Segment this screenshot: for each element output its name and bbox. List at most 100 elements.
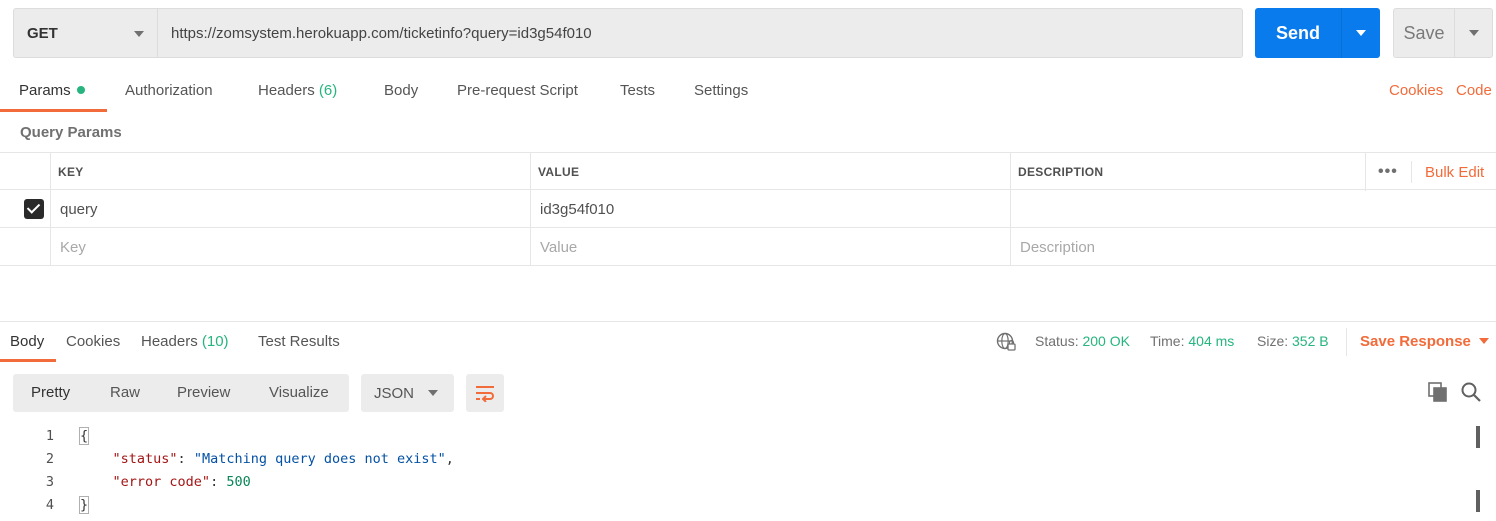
scroll-marker xyxy=(1476,490,1480,512)
send-dropdown-button[interactable] xyxy=(1342,8,1380,58)
code-text: } xyxy=(78,495,90,514)
save-dropdown-button[interactable] xyxy=(1455,9,1492,57)
json-key: "error code" xyxy=(112,473,211,490)
status-info: Status: 200 OK xyxy=(1035,333,1130,349)
table-row: query id3g54f010 xyxy=(0,190,1496,228)
response-tab-body[interactable]: Body xyxy=(10,333,44,350)
column-divider xyxy=(50,190,51,228)
tab-settings[interactable]: Settings xyxy=(694,82,748,99)
method-label: GET xyxy=(27,24,58,42)
response-body-viewer[interactable]: 1 { 2 "status": "Matching query does not… xyxy=(0,424,1496,521)
new-value-input[interactable]: Value xyxy=(540,228,1000,266)
wrap-lines-icon xyxy=(476,386,494,402)
bulk-edit-link[interactable]: Bulk Edit xyxy=(1425,153,1484,191)
code-line: 4 } xyxy=(0,493,1470,516)
column-divider xyxy=(1010,190,1011,228)
json-brace: } xyxy=(78,495,90,514)
tab-body[interactable]: Body xyxy=(384,82,418,99)
format-select[interactable]: JSON xyxy=(361,374,454,412)
save-response-label: Save Response xyxy=(1360,333,1471,350)
scroll-marker xyxy=(1476,426,1480,448)
view-mode-visualize[interactable]: Visualize xyxy=(269,384,329,401)
params-active-dot xyxy=(76,86,85,94)
tab-headers-count: (6) xyxy=(318,82,338,99)
request-bar: GET https://zomsystem.herokuapp.com/tick… xyxy=(13,8,1493,58)
json-number: 500 xyxy=(226,473,251,490)
json-key: "status" xyxy=(112,450,178,467)
column-divider xyxy=(50,153,51,191)
search-icon[interactable] xyxy=(1460,381,1482,403)
table-row-new: Key Value Description xyxy=(0,228,1496,266)
json-brace: { xyxy=(78,426,90,445)
tab-params[interactable]: Params xyxy=(19,82,85,99)
save-response-button[interactable]: Save Response xyxy=(1360,333,1489,350)
wrap-lines-button[interactable] xyxy=(466,374,504,412)
response-tab-test-results[interactable]: Test Results xyxy=(258,333,340,350)
tab-headers-label: Headers xyxy=(258,82,315,99)
response-tab-headers-label: Headers xyxy=(141,333,198,350)
globe-lock-icon[interactable] xyxy=(996,332,1016,352)
json-comma: , xyxy=(445,450,454,467)
tab-pre-request-script[interactable]: Pre-request Script xyxy=(457,82,578,99)
column-divider xyxy=(1411,161,1412,183)
response-tab-headers-count: (10) xyxy=(201,333,229,350)
column-divider xyxy=(530,153,531,191)
tab-headers[interactable]: Headers (6) xyxy=(258,82,337,99)
param-description-input[interactable] xyxy=(1020,190,1480,228)
view-mode-preview[interactable]: Preview xyxy=(177,384,230,401)
column-divider xyxy=(1365,153,1366,191)
view-mode-pretty[interactable]: Pretty xyxy=(31,384,70,401)
param-enabled-checkbox[interactable] xyxy=(24,199,44,219)
json-colon: : xyxy=(177,450,194,467)
response-tabs: Body Cookies Headers (10) Test Results S… xyxy=(0,322,1496,362)
chevron-down-icon xyxy=(1468,30,1479,36)
view-mode-group: Pretty Raw Preview Visualize xyxy=(13,374,349,412)
code-text: { xyxy=(78,426,90,445)
tab-authorization-label: Authorization xyxy=(125,82,213,99)
new-description-input[interactable]: Description xyxy=(1020,228,1480,266)
view-mode-raw[interactable]: Raw xyxy=(110,384,140,401)
time-value[interactable]: 404 ms xyxy=(1188,333,1234,349)
new-key-input[interactable]: Key xyxy=(60,228,520,266)
copy-icon[interactable] xyxy=(1428,382,1448,402)
time-info: Time: 404 ms xyxy=(1150,333,1234,349)
code-line: 3 "error code": 500 xyxy=(0,470,1470,493)
tab-active-underline xyxy=(0,109,107,112)
url-input[interactable]: https://zomsystem.herokuapp.com/ticketin… xyxy=(157,8,1243,58)
tab-tests[interactable]: Tests xyxy=(620,82,655,99)
more-options-icon[interactable]: ••• xyxy=(1378,153,1398,191)
save-button[interactable]: Save xyxy=(1393,8,1493,58)
code-link[interactable]: Code xyxy=(1456,82,1492,99)
size-info: Size: 352 B xyxy=(1257,333,1329,349)
param-key-input[interactable]: query xyxy=(60,190,520,228)
query-params-table: KEY VALUE DESCRIPTION ••• Bulk Edit quer… xyxy=(0,152,1496,266)
tab-tests-label: Tests xyxy=(620,82,656,99)
query-params-title: Query Params xyxy=(20,124,122,141)
code-scrollbar[interactable] xyxy=(1476,426,1480,521)
chevron-down-icon xyxy=(1478,338,1489,344)
json-colon: : xyxy=(210,473,227,490)
code-line: 1 { xyxy=(0,424,1470,447)
json-string: "Matching query does not exist" xyxy=(193,450,446,467)
line-number: 3 xyxy=(45,473,54,490)
tab-body-label: Body xyxy=(384,82,419,99)
response-tab-cookies[interactable]: Cookies xyxy=(66,333,120,350)
response-tab-headers[interactable]: Headers (10) xyxy=(141,333,229,350)
line-number: 1 xyxy=(45,427,54,444)
send-button[interactable]: Send xyxy=(1255,8,1380,58)
line-number: 4 xyxy=(45,496,54,513)
format-label: JSON xyxy=(374,384,415,402)
code-text: "status": "Matching query does not exist… xyxy=(80,451,454,467)
status-value[interactable]: 200 OK xyxy=(1082,333,1129,349)
code-line: 2 "status": "Matching query does not exi… xyxy=(0,447,1470,470)
cookies-link[interactable]: Cookies xyxy=(1389,82,1443,99)
size-value[interactable]: 352 B xyxy=(1292,333,1329,349)
method-select[interactable]: GET xyxy=(13,8,157,58)
url-text: https://zomsystem.herokuapp.com/ticketin… xyxy=(171,24,592,42)
column-divider xyxy=(1010,228,1011,266)
column-divider xyxy=(530,190,531,228)
param-value-input[interactable]: id3g54f010 xyxy=(540,190,1000,228)
tab-authorization[interactable]: Authorization xyxy=(125,82,213,99)
chevron-down-icon xyxy=(428,390,438,396)
chevron-down-icon xyxy=(1356,30,1366,36)
